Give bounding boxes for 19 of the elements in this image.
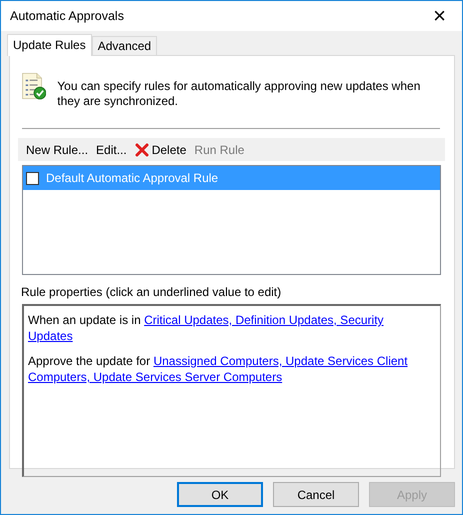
property-link[interactable]: Computers, Update Services Server Computers [28,370,282,384]
tab[interactable]: Advanced [92,36,158,55]
close-button[interactable]: × [417,1,462,31]
window-title: Automatic Approvals [10,8,124,25]
property-text: When an update is in [28,313,141,327]
properties-label: Rule properties (click an underlined value to edit) [21,284,282,301]
dialog-button[interactable]: Cancel [273,482,359,507]
delete-icon [134,142,149,156]
toolbar-button[interactable]: New Rule... [22,140,92,158]
tab[interactable]: Update Rules [7,34,92,56]
dialog-button[interactable]: OK [177,482,263,507]
property-text: Approve the update for [28,354,150,368]
property-link[interactable]: Updates [28,329,73,343]
toolbar-button[interactable]: Delete [130,140,190,158]
toolbar-button[interactable]: Edit... [92,140,131,158]
property-link[interactable]: Critical Updates, Definition Updates, Security [144,313,384,327]
checkbox[interactable] [26,172,39,184]
property-link[interactable]: Unassigned Computers, Update Services Client [153,354,408,368]
intro-text: You can specify rules for automatically approving new updates when they are synchronized. [57,79,422,109]
